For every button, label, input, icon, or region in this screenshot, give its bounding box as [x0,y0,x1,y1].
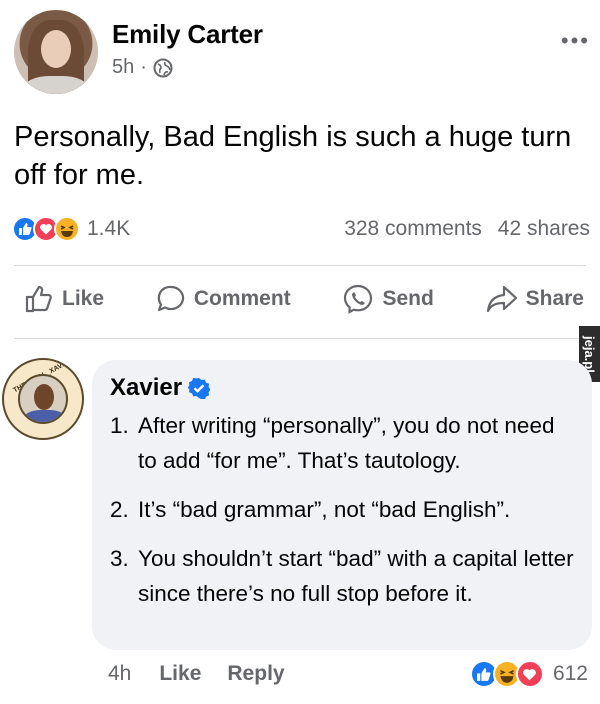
comment-icon [157,285,184,312]
comment-reactions[interactable]: 612 [469,660,588,688]
comment-point: 2. It’s “bad grammar”, not “bad English”… [110,492,574,527]
commenter-row: Xavier [110,374,574,402]
point-number: 1. [110,413,129,438]
author-name[interactable]: Emily Carter [112,19,263,50]
reaction-count: 1.4K [87,217,131,240]
commenter-avatar[interactable]: THE_REAL_XAVIERS_WORLD [2,358,84,440]
haha-icon [54,216,80,242]
share-label: Share [525,287,584,310]
share-button[interactable]: Share [486,284,584,314]
post-age[interactable]: 5h [112,56,134,79]
divider [14,265,586,266]
comment-button[interactable]: Comment [156,284,291,314]
post-header-text: Emily Carter 5h · [112,19,263,79]
comments-count[interactable]: 328 comments [344,217,482,240]
verified-badge-icon [188,378,211,399]
point-number: 2. [110,497,129,522]
more-icon[interactable]: ••• [561,28,590,54]
post-header: Emily Carter 5h · [14,10,263,94]
love-icon [515,660,544,688]
messenger-icon [344,284,373,314]
send-label: Send [382,287,434,310]
point-text: You shouldn’t start “bad” with a capital… [138,546,574,606]
reaction-icons[interactable]: 1.4K [12,216,130,242]
point-text: After writing “personally”, you do not n… [138,413,555,473]
point-text: It’s “bad grammar”, not “bad English”. [138,497,511,522]
comment-point: 1. After writing “personally”, you do no… [110,408,574,478]
comment-reply-button[interactable]: Reply [227,662,284,686]
like-button[interactable]: Like [24,284,104,314]
commenter-name[interactable]: Xavier [110,374,182,402]
shares-count[interactable]: 42 shares [498,217,590,240]
post-action-bar: Like Comment Send Share [24,283,584,315]
point-number: 3. [110,546,129,571]
share-icon [486,285,517,313]
send-button[interactable]: Send [342,283,434,315]
comment-points: 1. After writing “personally”, you do no… [110,408,574,611]
thumbs-up-icon [25,285,52,313]
author-avatar[interactable] [14,10,98,94]
like-label: Like [62,287,105,310]
post-counts: 328 comments 42 shares [344,217,590,241]
comment-footer: 4h Like Reply 612 [108,660,588,688]
comment-like-button[interactable]: Like [159,662,201,686]
divider [14,338,586,339]
reactions-summary: 1.4K 328 comments 42 shares [12,216,590,242]
meta-separator: · [140,56,147,78]
comment-age[interactable]: 4h [108,662,131,686]
comment-reaction-count: 612 [552,662,588,685]
comment-bubble: Xavier 1. After writing “personally”, yo… [92,360,592,650]
post-meta: 5h · [112,56,263,79]
globe-icon [153,58,173,77]
comment-label: Comment [193,287,291,310]
post-text: Personally, Bad English is such a huge t… [14,121,572,191]
comment-point: 3. You shouldn’t start “bad” with a capi… [110,541,574,611]
